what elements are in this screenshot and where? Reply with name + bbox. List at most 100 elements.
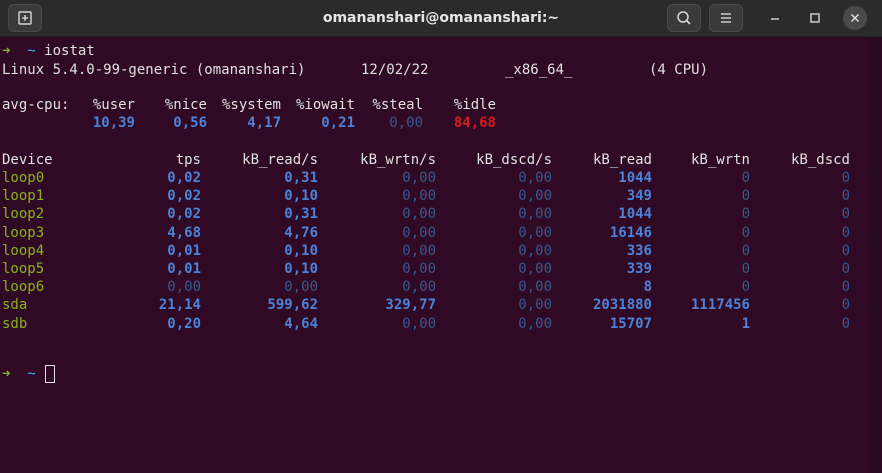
device-stat-tps: 0,02 (167, 170, 201, 186)
device-stat-kb-dscd-s: 0,00 (518, 188, 552, 205)
device-stat-kb-dscd-s: 0,00 (518, 297, 552, 314)
prompt-arrow: ➜ (2, 366, 11, 382)
text-cursor (45, 365, 55, 383)
column-header-kb-read: kB_read (592, 152, 652, 168)
search-icon (677, 11, 691, 25)
device-stat-kb-read-s: 0,10 (284, 188, 318, 205)
close-icon (850, 13, 860, 23)
device-stat-kb-wrtn-s: 0,00 (402, 242, 436, 259)
device-stat-kb-read: 339 (626, 261, 652, 277)
device-stat-kb-read: 15707 (609, 315, 652, 332)
cpu-value-nice: 0,56 (173, 115, 207, 131)
hamburger-menu-icon (721, 13, 731, 23)
device-stat-kb-read: 1044 (618, 170, 652, 186)
device-stat-kb-dscd: 0 (841, 315, 850, 332)
device-stat-kb-dscd: 0 (841, 297, 850, 314)
cpu-value-idle: 84,68 (453, 115, 496, 131)
device-stat-kb-read: 16146 (609, 224, 652, 241)
cpu-header-iowait: %iowait (295, 97, 355, 113)
device-stat-kb-wrtn: 0 (741, 261, 750, 277)
column-header-kb-dscd-s: kB_dscd/s (476, 152, 552, 168)
device-stat-kb-dscd: 0 (841, 279, 850, 296)
device-name: loop6 (2, 279, 45, 296)
device-stat-kb-read-s: 599,62 (267, 297, 318, 314)
prompt-line: ➜ ~ (2, 365, 36, 383)
device-stat-kb-read: 1044 (618, 206, 652, 223)
device-stat-kb-read: 8 (643, 279, 652, 296)
column-header-kb-dscd: kB_dscd (790, 152, 850, 168)
device-stat-kb-wrtn: 0 (741, 206, 750, 223)
column-header-kb-wrtn: kB_wrtn (690, 152, 750, 168)
sysinfo-cpus: (4 CPU) (649, 62, 709, 78)
device-stat-kb-read-s: 0,10 (284, 261, 318, 277)
device-name: loop1 (2, 188, 45, 205)
device-stat-kb-wrtn: 1 (741, 315, 750, 332)
device-stat-kb-read-s: 0,10 (284, 242, 318, 259)
device-stat-kb-wrtn-s: 0,00 (402, 261, 436, 277)
cpu-header-steal: %steal (372, 97, 423, 113)
device-name: loop0 (2, 170, 45, 186)
search-button[interactable] (667, 4, 701, 32)
device-stat-kb-wrtn: 0 (741, 224, 750, 241)
device-stat-kb-dscd: 0 (841, 206, 850, 223)
cpu-header-system: %system (221, 97, 281, 113)
device-stat-kb-wrtn: 1117456 (690, 297, 750, 314)
device-stat-kb-dscd-s: 0,00 (518, 242, 552, 259)
maximize-button[interactable] (803, 6, 827, 30)
maximize-icon (810, 13, 820, 23)
device-name: loop3 (2, 224, 45, 241)
column-header-kb-read-s: kB_read/s (242, 152, 318, 168)
device-stat-kb-wrtn-s: 0,00 (402, 279, 436, 296)
cpu-header-idle: %idle (453, 97, 496, 113)
title-bar: omananshari@omananshari:~ (0, 0, 882, 37)
device-stat-kb-read: 2031880 (592, 297, 652, 314)
device-stat-kb-read-s: 4,64 (284, 315, 318, 332)
scrollbar[interactable] (868, 37, 882, 473)
device-name: sdb (2, 315, 28, 332)
device-stat-kb-dscd: 0 (841, 242, 850, 259)
window-title: omananshari@omananshari:~ (322, 10, 560, 26)
device-stat-tps: 0,01 (167, 242, 201, 259)
minimize-icon (771, 18, 779, 20)
cpu-value-steal: 0,00 (389, 115, 423, 131)
device-stat-kb-wrtn: 0 (741, 279, 750, 296)
prompt-cwd: ~ (27, 366, 36, 382)
device-stat-kb-read-s: 0,31 (284, 206, 318, 223)
device-stat-tps: 0,20 (167, 315, 201, 332)
cpu-label: avg-cpu: (2, 97, 70, 113)
device-name: sda (2, 297, 28, 314)
device-stat-kb-wrtn-s: 0,00 (402, 170, 436, 186)
sysinfo-kernel: Linux 5.4.0-99-generic (omananshari) (2, 62, 306, 78)
device-stat-kb-read-s: 4,76 (284, 224, 318, 241)
device-stat-kb-read-s: 0,31 (284, 170, 318, 186)
device-stat-kb-dscd: 0 (841, 261, 850, 277)
device-stat-kb-read-s: 0,00 (284, 279, 318, 296)
sysinfo-date: 12/02/22 (361, 62, 429, 78)
device-name: loop2 (2, 206, 45, 223)
menu-button[interactable] (709, 4, 743, 32)
command-line: ➜ ~ iostat (2, 42, 95, 60)
device-stat-kb-wrtn-s: 0,00 (402, 224, 436, 241)
device-stat-tps: 4,68 (167, 224, 201, 241)
cpu-header-nice: %nice (164, 97, 207, 113)
minimize-button[interactable] (763, 6, 787, 30)
device-stat-kb-dscd: 0 (841, 224, 850, 241)
cpu-value-user: 10,39 (92, 115, 135, 131)
terminal-output[interactable]: ➜ ~ iostat Linux 5.4.0-99-generic (omana… (0, 37, 868, 473)
device-stat-kb-wrtn-s: 0,00 (402, 315, 436, 332)
device-stat-kb-wrtn: 0 (741, 170, 750, 186)
cpu-value-system: 4,17 (247, 115, 281, 131)
device-stat-kb-wrtn-s: 0,00 (402, 188, 436, 205)
cpu-header-user: %user (92, 97, 135, 113)
device-stat-kb-wrtn: 0 (741, 242, 750, 259)
device-stat-tps: 0,01 (167, 261, 201, 277)
device-stat-kb-wrtn-s: 329,77 (385, 297, 436, 314)
device-stat-kb-dscd-s: 0,00 (518, 261, 552, 277)
close-button[interactable] (843, 6, 867, 30)
device-stat-kb-dscd-s: 0,00 (518, 206, 552, 223)
device-stat-kb-dscd: 0 (841, 170, 850, 186)
cpu-value-iowait: 0,21 (321, 115, 355, 131)
device-stat-kb-read: 349 (626, 188, 652, 205)
device-stat-kb-wrtn: 0 (741, 188, 750, 205)
column-header-device: Device (2, 152, 53, 168)
